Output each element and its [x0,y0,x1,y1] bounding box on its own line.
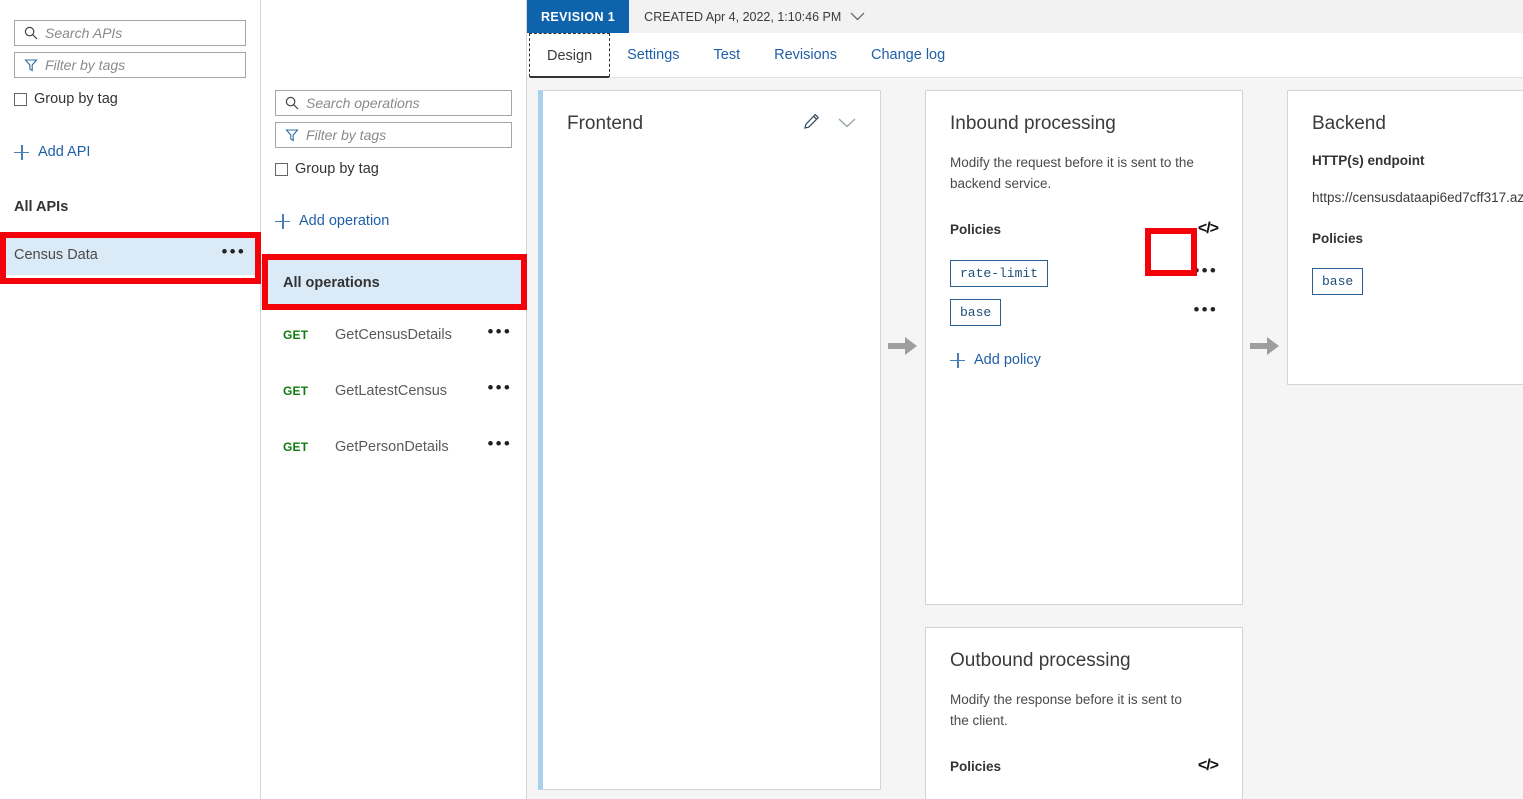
flow-arrow-frontend-to-inbound [881,90,925,790]
design-canvas: REVISION 1 CREATED Apr 4, 2022, 1:10:46 … [527,0,1523,799]
tab-change-log-label: Change log [871,47,946,63]
outbound-policies-label: Policies [950,758,1002,774]
operation-method: GET [283,440,309,454]
operation-name: GetLatestCensus [335,383,448,399]
operation-item-all-operations[interactable]: All operations [261,259,526,307]
add-api-label: Add API [38,144,91,160]
backend-endpoint-url: https://censusdataapi6ed7cff317.azurev [1312,190,1523,205]
operation-row[interactable]: GET GetLatestCensus ••• [261,363,526,419]
tab-bar: Design Settings Test Revisions Change lo… [527,33,1523,78]
inbound-title: Inbound processing [950,113,1116,134]
group-by-tag-apis-label: Group by tag [34,91,118,107]
inbound-code-editor-icon[interactable]: </> [1198,220,1219,238]
revision-badge: REVISION 1 [527,0,630,33]
outbound-title: Outbound processing [950,650,1131,671]
filter-icon [282,128,302,142]
policy-chip-rate-limit[interactable]: rate-limit [950,260,1049,288]
checkbox-box [275,162,288,176]
add-policy-label: Add policy [974,352,1041,369]
operation-method: GET [283,328,309,342]
operation-name: GetCensusDetails [335,327,452,343]
policy-row: base ••• [950,299,1218,327]
add-api-button[interactable]: Add API [14,144,246,160]
backend-endpoint-label: HTTP(s) endpoint [1312,153,1425,168]
arrow-right-icon [1250,337,1279,355]
revision-created-text: CREATED Apr 4, 2022, 1:10:46 PM [644,9,842,24]
checkbox-box [14,92,27,106]
operation-overflow-menu[interactable]: ••• [488,435,512,453]
inbound-processing-card: Inbound processing Modify the request be… [925,90,1243,605]
search-icon [21,26,41,40]
revision-created-dropdown[interactable]: CREATED Apr 4, 2022, 1:10:46 PM [629,10,865,24]
tab-test[interactable]: Test [697,33,758,77]
api-list-item-census-data[interactable]: Census Data ••• [0,235,260,275]
outbound-description: Modify the response before it is sent to… [950,692,1182,728]
plus-icon [275,213,290,229]
tab-change-log[interactable]: Change log [854,33,962,77]
all-operations-label: All operations [283,275,380,291]
chevron-down-icon[interactable] [838,115,856,133]
backend-policies-label: Policies [1312,231,1364,246]
operation-overflow-menu[interactable]: ••• [488,323,512,341]
arrow-right-icon [888,337,917,355]
apis-sidebar: Search APIs Filter by tags Group by tag … [0,0,261,799]
revision-banner: REVISION 1 CREATED Apr 4, 2022, 1:10:46 … [527,0,1523,33]
search-operations-input[interactable]: Search operations [275,90,512,116]
operations-sidebar: Search operations Filter by tags Group b… [261,0,527,799]
policy-row: rate-limit ••• [950,260,1218,288]
pencil-icon[interactable] [803,113,820,135]
tab-test-label: Test [713,47,741,63]
frontend-title: Frontend [567,113,644,134]
tab-design-label: Design [547,47,593,64]
tab-settings-label: Settings [627,47,680,63]
group-by-tag-apis-checkbox[interactable]: Group by tag [14,91,246,107]
all-apis-heading: All APIs [14,199,69,215]
tab-revisions-label: Revisions [774,47,837,63]
api-management-design-page: Search APIs Filter by tags Group by tag … [0,0,1523,799]
operation-method: GET [283,384,309,398]
operation-row[interactable]: GET GetCensusDetails ••• [261,307,526,363]
group-by-tag-operations-label: Group by tag [295,161,379,177]
flow-arrow-inbound-to-backend [1243,90,1287,790]
chevron-down-icon [850,10,865,24]
backend-card: Backend HTTP(s) endpoint https://censusd… [1287,90,1523,385]
inbound-policies-label: Policies [950,221,1002,237]
policy-overflow-menu[interactable]: ••• [1194,301,1218,319]
api-list-item-overflow-menu[interactable]: ••• [222,243,246,261]
plus-icon [950,352,965,368]
tab-design[interactable]: Design [529,33,611,78]
add-policy-button[interactable]: Add policy [950,352,1218,368]
frontend-card: Frontend [538,90,881,790]
operation-row[interactable]: GET GetPersonDetails ••• [261,419,526,475]
tab-settings[interactable]: Settings [610,33,696,77]
filter-apis-placeholder: Filter by tags [45,57,126,73]
policy-overflow-menu[interactable]: ••• [1194,262,1218,280]
filter-operations-by-tags-input[interactable]: Filter by tags [275,122,512,148]
inbound-description: Modify the request before it is sent to … [950,155,1194,191]
tab-revisions[interactable]: Revisions [757,33,854,77]
api-list-item-label: Census Data [14,247,98,263]
search-apis-input[interactable]: Search APIs [14,20,246,46]
filter-apis-by-tags-input[interactable]: Filter by tags [14,52,246,78]
policy-chip-base[interactable]: base [950,299,1002,327]
filter-icon [21,58,41,72]
search-icon [282,96,302,110]
plus-icon [14,144,29,160]
add-operation-button[interactable]: Add operation [275,213,512,229]
group-by-tag-operations-checkbox[interactable]: Group by tag [275,161,512,177]
outbound-processing-card: Outbound processing Modify the response … [925,627,1243,799]
processing-column: Inbound processing Modify the request be… [925,90,1243,799]
search-operations-placeholder: Search operations [306,95,420,111]
operation-name: GetPersonDetails [335,439,449,455]
filter-operations-placeholder: Filter by tags [306,127,387,143]
add-operation-label: Add operation [299,213,390,229]
search-apis-placeholder: Search APIs [45,25,123,41]
policy-chip-base[interactable]: base [1312,268,1364,295]
outbound-code-editor-icon[interactable]: </> [1198,757,1219,775]
policy-designer: Frontend Inbound processing Modify the r… [527,78,1523,799]
operation-overflow-menu[interactable]: ••• [488,379,512,397]
backend-title: Backend [1312,113,1386,134]
